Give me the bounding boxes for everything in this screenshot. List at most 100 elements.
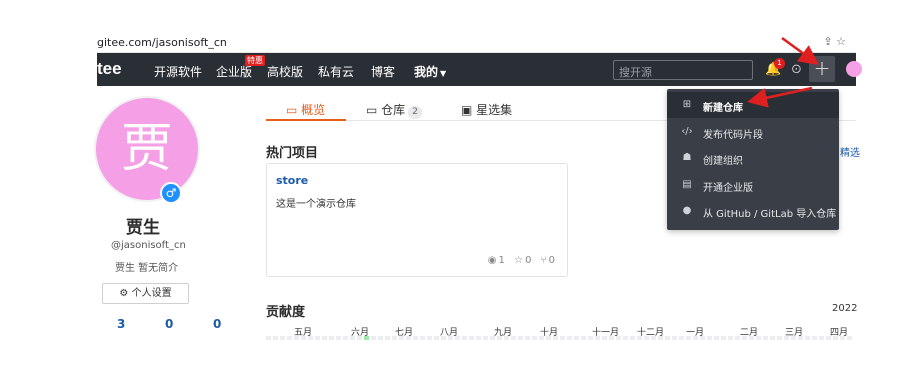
heatmap-cell (294, 336, 299, 340)
overview-icon: ▭ (286, 103, 298, 117)
profile-name: 贾生 (126, 218, 160, 238)
create-dropdown-menu: ⊞ 新建仓库 ‹/› 发布代码片段 ☗ 创建组织 ▤ 开通企业版 ● 从 Git… (667, 89, 839, 230)
group-icon: ☗ (682, 152, 692, 163)
heatmap-cell (434, 336, 439, 340)
heatmap-cell (476, 336, 481, 340)
heatmap-cell (462, 336, 467, 340)
heatmap-cell (756, 336, 761, 340)
eye-icon: ◉ (487, 255, 497, 266)
github-icon: ● (682, 205, 692, 216)
tab-repositories[interactable]: ▭ 仓库 2 (366, 101, 422, 119)
heatmap-cell (483, 336, 488, 340)
promo-badge: 特惠 (245, 55, 265, 66)
collection-icon: ▣ (461, 103, 473, 117)
settings-label: 个人设置 (131, 288, 172, 299)
nav-avatar[interactable] (846, 61, 862, 77)
nav-blog[interactable]: 博客 (371, 63, 395, 80)
heatmap-cell (616, 336, 621, 340)
menu-label: 新建仓库 (703, 103, 743, 114)
heatmap-cell (364, 336, 369, 340)
address-bar[interactable]: gitee.com/jasonisoft_cn ⇪ ☆ (97, 33, 856, 53)
heatmap-cell (392, 336, 397, 340)
menu-import-repository[interactable]: ● 从 GitHub / GitLab 导入仓库 (667, 198, 839, 224)
heatmap-cell (609, 336, 614, 340)
heatmap-cell (798, 336, 803, 340)
star-icon: ☆ (514, 255, 524, 266)
featured-link[interactable]: 精选 (840, 144, 860, 159)
heatmap-cell (602, 336, 607, 340)
heatmap-cell (651, 336, 656, 340)
heatmap-cell (686, 336, 691, 340)
heatmap-cell (742, 336, 747, 340)
heatmap-cell (595, 336, 600, 340)
heatmap-cell (546, 336, 551, 340)
heatmap-cell (721, 336, 726, 340)
share-icon[interactable]: ⇪ ☆ (823, 35, 846, 48)
heatmap-cell (714, 336, 719, 340)
menu-enterprise[interactable]: ▤ 开通企业版 (667, 172, 839, 198)
stat-stars[interactable]: 0 (165, 317, 173, 331)
heatmap-cell (273, 336, 278, 340)
heatmap-cell (819, 336, 824, 340)
repo-name-link[interactable]: store (276, 174, 308, 187)
repo-icon: ▭ (366, 103, 378, 117)
heatmap-cell (777, 336, 782, 340)
search-input[interactable]: 搜开源 (613, 60, 753, 80)
menu-new-repository[interactable]: ⊞ 新建仓库 (667, 92, 839, 118)
repo-count-badge: 2 (408, 106, 422, 119)
tab-collections-label: 星选集 (476, 103, 513, 117)
contribution-heatmap (266, 336, 856, 340)
heatmap-cell (343, 336, 348, 340)
heatmap-cell (350, 336, 355, 340)
stat-following[interactable]: 0 (213, 317, 221, 331)
personal-settings-button[interactable]: ⚙ 个人设置 (102, 283, 189, 304)
heatmap-cell (287, 336, 292, 340)
location-icon[interactable]: ⊙ (791, 62, 802, 77)
nav-education[interactable]: 高校版 (267, 63, 303, 80)
star-count: 0 (525, 255, 532, 266)
heatmap-cell (833, 336, 838, 340)
repo-card[interactable]: store 这是一个演示仓库 ◉ 1 ☆ 0 ⑂ 0 (266, 163, 568, 277)
menu-label: 从 GitHub / GitLab 导入仓库 (703, 209, 837, 220)
heatmap-cell (581, 336, 586, 340)
heatmap-cell (763, 336, 768, 340)
heatmap-cell (357, 336, 362, 340)
heatmap-cell (847, 336, 852, 340)
add-button[interactable]: + (809, 56, 835, 82)
heatmap-cell (749, 336, 754, 340)
heatmap-cell (315, 336, 320, 340)
tab-overview[interactable]: ▭ 概览 (286, 101, 325, 118)
fork-count: 0 (548, 255, 555, 266)
heatmap-cell (266, 336, 271, 340)
tab-collections[interactable]: ▣ 星选集 (461, 101, 512, 118)
heatmap-cell (448, 336, 453, 340)
heatmap-cell (812, 336, 817, 340)
heatmap-cell (469, 336, 474, 340)
heatmap-cell (728, 336, 733, 340)
heatmap-cell (399, 336, 404, 340)
stat-followers[interactable]: 3 (117, 317, 125, 331)
heatmap-cell (378, 336, 383, 340)
menu-publish-snippet[interactable]: ‹/› 发布代码片段 (667, 119, 839, 145)
profile-handle: @jasonisoft_cn (111, 240, 186, 251)
nav-private-cloud[interactable]: 私有云 (318, 63, 354, 80)
heatmap-cell (644, 336, 649, 340)
heatmap-cell (497, 336, 502, 340)
nav-mine[interactable]: 我的 ▼ (414, 63, 446, 80)
heatmap-cell (413, 336, 418, 340)
contribution-year[interactable]: 2022 (832, 303, 857, 314)
heatmap-cell (560, 336, 565, 340)
profile-avatar: 贾 (94, 96, 200, 202)
heatmap-cell (672, 336, 677, 340)
heatmap-cell (329, 336, 334, 340)
gitee-logo[interactable]: tee (97, 59, 122, 79)
heatmap-cell (406, 336, 411, 340)
heatmap-cell (532, 336, 537, 340)
heatmap-cell (336, 336, 341, 340)
heatmap-cell (567, 336, 572, 340)
heatmap-cell (420, 336, 425, 340)
nav-open-source[interactable]: 开源软件 (154, 63, 202, 80)
browser-viewport: gitee.com/jasonisoft_cn ⇪ ☆ tee 开源软件 企业版… (0, 0, 912, 371)
heatmap-cell (574, 336, 579, 340)
menu-create-organization[interactable]: ☗ 创建组织 (667, 145, 839, 171)
